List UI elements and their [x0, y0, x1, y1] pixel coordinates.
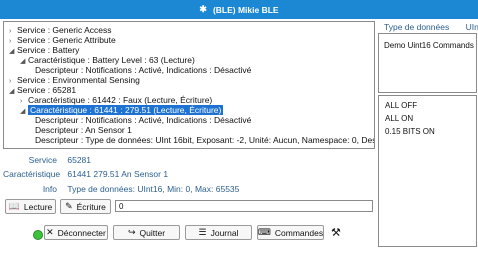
- tree-node[interactable]: ◢ Service : 65281: [9, 85, 76, 95]
- keyboard-icon: ⌨: [257, 227, 271, 237]
- tree-node[interactable]: › Service : Generic Access: [9, 25, 111, 35]
- tree-node-label: Descripteur : An Sensor 1: [35, 125, 132, 135]
- commands-set-title: Demo Uint16 Commands: [384, 41, 474, 50]
- title-bar: ✱ (BLE) Mikie BLE: [0, 0, 478, 19]
- log-button[interactable]: ☰ Journal: [185, 225, 252, 240]
- tree-node-label: Service : Battery: [17, 45, 80, 55]
- tree-node-label: Descripteur : Notifications : Activé, In…: [35, 65, 252, 75]
- info-row: Info Type de données: UInt16, Min: 0, Ma…: [3, 184, 240, 194]
- tree-node[interactable]: Descripteur : Notifications : Activé, In…: [35, 65, 251, 75]
- write-value-input[interactable]: 0: [115, 200, 373, 212]
- tree-node-label: Caractéristique : 61441 : 279.51 (Lectur…: [28, 105, 224, 115]
- commands-button-label: Commandes: [274, 227, 324, 238]
- tree-node-label: Service : Generic Attribute: [17, 35, 116, 45]
- collapse-icon[interactable]: ◢: [9, 47, 17, 57]
- disconnect-button-label: Déconnecter: [57, 227, 106, 238]
- command-item[interactable]: ALL OFF: [385, 101, 417, 110]
- data-type-row: Type de données UInt16: [384, 22, 478, 32]
- info-value: Type de données: UInt16, Min: 0, Max: 65…: [67, 184, 240, 194]
- tree-node-label: Caractéristique : Battery Level : 63 (Le…: [28, 55, 195, 65]
- characteristic-label: Caractéristique: [3, 169, 61, 179]
- tree-node-label: Service : 65281: [17, 85, 77, 95]
- tree-node[interactable]: › Service : Environmental Sensing: [9, 75, 140, 85]
- tree-node[interactable]: ◢ Caractéristique : Battery Level : 63 (L…: [20, 55, 195, 65]
- tree-node-label: Service : Generic Access: [17, 25, 112, 35]
- window-title: (BLE) Mikie BLE: [212, 4, 279, 15]
- close-icon: ✕: [46, 227, 54, 237]
- list-icon: ☰: [198, 227, 207, 237]
- collapse-icon[interactable]: ◢: [20, 107, 28, 117]
- book-icon: 📖: [8, 201, 20, 211]
- command-item[interactable]: 0.15 BITS ON: [385, 127, 435, 136]
- info-label: Info: [42, 184, 57, 194]
- quit-button-label: Quitter: [139, 227, 166, 238]
- tree-node[interactable]: Descripteur : An Sensor 1: [35, 125, 132, 135]
- read-button-label: Lecture: [23, 201, 53, 212]
- quit-button[interactable]: ↪ Quitter: [113, 225, 180, 240]
- bluetooth-icon: ✱: [199, 4, 207, 14]
- service-label: Service: [28, 155, 57, 165]
- log-button-label: Journal: [210, 227, 239, 238]
- data-type-value: UInt16: [465, 22, 478, 32]
- tree-node-label: Descripteur : Type de données: UInt 16bi…: [35, 135, 375, 145]
- write-button[interactable]: ✎ Écriture: [60, 199, 111, 214]
- commands-button[interactable]: ⌨ Commandes: [257, 225, 324, 240]
- read-button[interactable]: 📖 Lecture: [5, 199, 56, 214]
- tree-node[interactable]: Descripteur : Type de données: UInt 16bi…: [35, 135, 375, 145]
- tree-node-label: Caractéristique : 61442 : Faux (Lecture,…: [28, 95, 213, 105]
- commands-set-box[interactable]: Demo Uint16 Commands: [378, 33, 477, 93]
- tree-node[interactable]: › Service : Generic Attribute: [9, 35, 116, 45]
- tree-node[interactable]: Descripteur : Notifications : Activé, In…: [35, 115, 251, 125]
- tree-node-label: Descripteur : Notifications : Activé, In…: [35, 115, 252, 125]
- data-type-label: Type de données: [384, 22, 450, 32]
- connection-status-led: [33, 230, 43, 240]
- disconnect-button[interactable]: ✕ Déconnecter: [44, 225, 108, 240]
- tree-node[interactable]: › Caractéristique : 61442 : Faux (Lecture…: [20, 95, 212, 105]
- command-item[interactable]: ALL ON: [385, 114, 413, 123]
- service-value: 65281: [67, 155, 92, 165]
- exit-icon: ↪: [127, 227, 136, 237]
- characteristic-value: 61441 279.51 An Sensor 1: [67, 169, 169, 179]
- collapse-icon[interactable]: ◢: [9, 87, 17, 97]
- commands-list[interactable]: ALL OFF ALL ON 0.15 BITS ON: [378, 95, 477, 247]
- tree-node-label: Service : Environmental Sensing: [17, 75, 140, 85]
- write-button-label: Écriture: [76, 201, 106, 212]
- tools-icon[interactable]: ⚒: [331, 227, 345, 239]
- service-row: Service 65281: [3, 155, 91, 165]
- characteristic-row: Caractéristique 61441 279.51 An Sensor 1: [3, 169, 168, 179]
- tree-node[interactable]: ◢ Service : Battery: [9, 45, 79, 55]
- service-tree[interactable]: › Service : Generic Access › Service : Gene…: [3, 21, 375, 149]
- collapse-icon[interactable]: ◢: [20, 57, 28, 67]
- pen-icon: ✎: [65, 201, 73, 211]
- tree-node[interactable]: ◢ Caractéristique : 61441 : 279.51 (Lectu…: [20, 105, 224, 117]
